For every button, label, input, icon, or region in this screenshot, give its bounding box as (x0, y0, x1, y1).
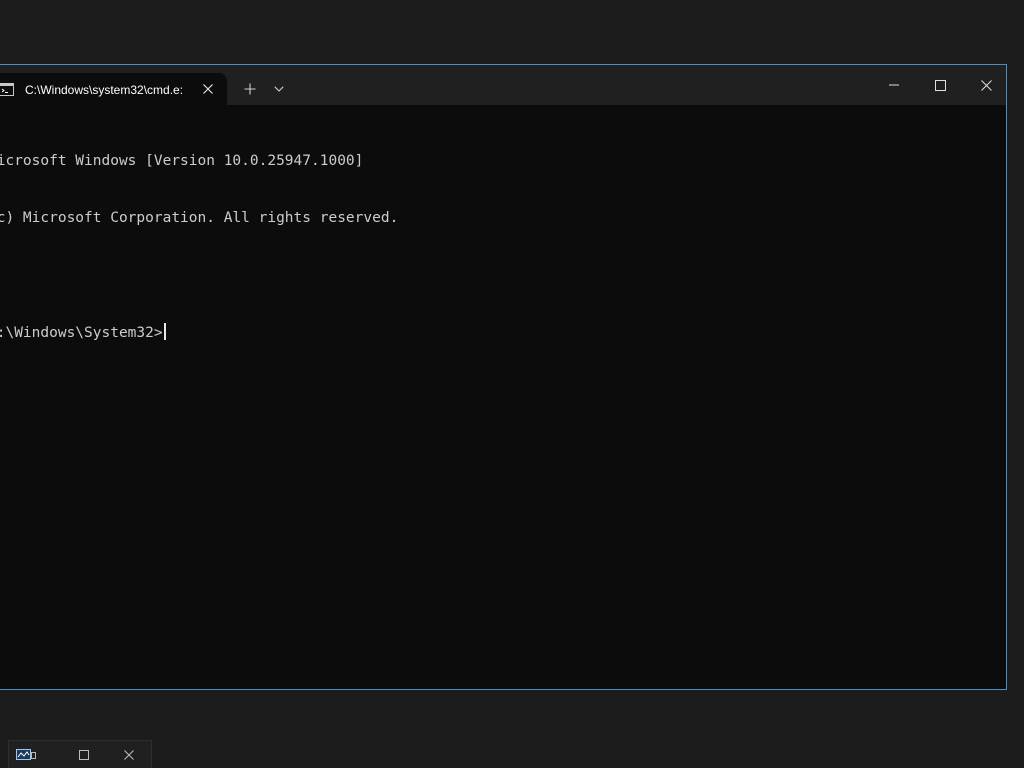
tab-cmd[interactable]: C:\Windows\system32\cmd.e: (0, 73, 227, 105)
tab-close-button[interactable] (199, 80, 217, 98)
title-bar[interactable]: C:\Windows\system32\cmd.e: (0, 65, 1006, 105)
close-icon (980, 79, 992, 91)
minimize-icon (889, 84, 899, 86)
mini-close-button[interactable] (118, 746, 140, 764)
maximize-button[interactable] (917, 65, 963, 105)
tab-dropdown-button[interactable] (269, 75, 289, 103)
minimize-button[interactable] (871, 65, 917, 105)
console-line-version: Microsoft Windows [Version 10.0.25947.10… (0, 153, 364, 169)
mini-maximize-button[interactable] (73, 746, 95, 764)
command-prompt-line[interactable]: C:\Windows\System32> (0, 323, 995, 342)
close-icon (124, 750, 134, 760)
close-button[interactable] (963, 65, 1006, 105)
chevron-down-icon (274, 86, 284, 92)
desktop: C:\Windows\system32\cmd.e: Microsoft Win… (0, 0, 1024, 768)
console-line-copyright: (c) Microsoft Corporation. All rights re… (0, 210, 399, 226)
text-cursor (163, 323, 166, 340)
maximize-icon (79, 750, 89, 760)
tab-title: C:\Windows\system32\cmd.e: (25, 83, 184, 97)
cmd-icon (0, 83, 14, 96)
maximize-icon (934, 79, 946, 91)
terminal-window: C:\Windows\system32\cmd.e: Microsoft Win… (0, 64, 1007, 690)
prompt-text: C:\Windows\System32> (0, 325, 163, 341)
plus-icon (244, 83, 256, 95)
new-tab-button[interactable] (239, 75, 261, 103)
app-icon (16, 749, 36, 760)
console-output[interactable]: Microsoft Windows [Version 10.0.25947.10… (0, 105, 1006, 689)
minimized-window-preview[interactable] (8, 740, 152, 768)
app-button[interactable] (15, 746, 37, 764)
close-icon (203, 84, 213, 94)
